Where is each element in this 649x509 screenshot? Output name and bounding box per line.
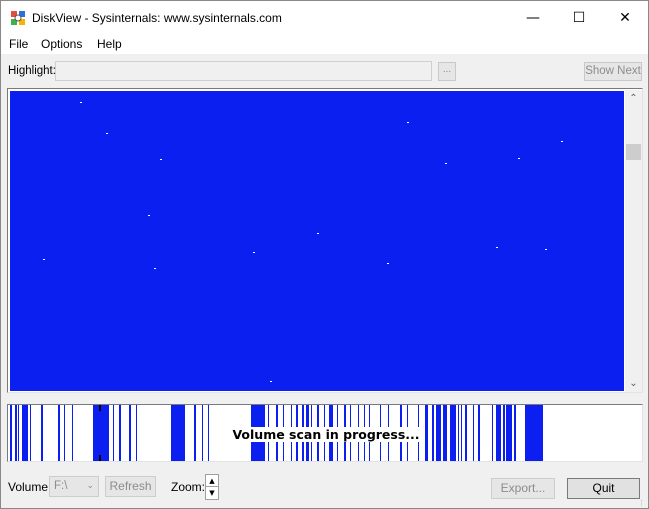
- cluster-speck: [545, 249, 547, 250]
- resize-grip-icon[interactable]: ⋮⋮: [638, 499, 649, 508]
- cluster-speck: [253, 252, 255, 253]
- vertical-scrollbar[interactable]: ⌃ ⌄: [625, 90, 642, 392]
- scroll-down-icon[interactable]: ⌄: [625, 375, 642, 392]
- cluster-speck: [407, 122, 409, 123]
- menu-options[interactable]: Options: [40, 37, 83, 51]
- highlight-label: Highlight:: [8, 65, 56, 77]
- cluster-speck: [43, 259, 45, 260]
- show-next-button[interactable]: Show Next: [584, 62, 642, 81]
- cluster-speck: [317, 233, 319, 234]
- scroll-thumb[interactable]: [626, 144, 641, 160]
- cluster-speck: [148, 215, 150, 216]
- scroll-up-icon[interactable]: ⌃: [625, 90, 642, 107]
- volume-value: F:\: [54, 480, 68, 492]
- cluster-speck: [154, 268, 156, 269]
- browse-button[interactable]: ...: [438, 62, 456, 81]
- cluster-speck: [106, 133, 108, 134]
- window-title: DiskView - Sysinternals: www.sysinternal…: [32, 11, 282, 25]
- zoom-down-icon[interactable]: ▼: [206, 487, 218, 499]
- menu-help[interactable]: Help: [96, 37, 123, 51]
- cluster-speck: [518, 158, 520, 159]
- zoom-label: Zoom:: [171, 480, 206, 494]
- menu-bar: File Options Help: [1, 35, 648, 54]
- zoom-up-icon[interactable]: ▲: [206, 475, 218, 487]
- export-button[interactable]: Export...: [491, 478, 555, 499]
- menu-file[interactable]: File: [8, 37, 29, 51]
- diskview-window: DiskView - Sysinternals: www.sysinternal…: [0, 0, 649, 509]
- minimize-button[interactable]: —: [510, 1, 556, 35]
- position-marker-top: [99, 405, 101, 411]
- cluster-speck: [561, 141, 563, 142]
- volume-overview-strip[interactable]: Volume scan in progress...: [7, 404, 643, 462]
- title-bar[interactable]: DiskView - Sysinternals: www.sysinternal…: [1, 1, 648, 35]
- cluster-speck: [445, 163, 447, 164]
- cluster-map[interactable]: [10, 91, 624, 391]
- volume-label: Volume:: [8, 480, 52, 494]
- refresh-button[interactable]: Refresh: [105, 476, 156, 497]
- maximize-button[interactable]: ☐: [556, 1, 602, 35]
- cluster-speck: [270, 381, 272, 382]
- highlight-input[interactable]: [55, 61, 432, 81]
- cluster-speck: [80, 102, 82, 103]
- quit-button[interactable]: Quit: [567, 478, 640, 499]
- close-button[interactable]: ✕: [602, 1, 648, 35]
- scan-status-label: Volume scan in progress...: [230, 427, 422, 442]
- cluster-map-panel: ⌃ ⌄: [7, 88, 643, 393]
- zoom-spinner[interactable]: ▲ ▼: [205, 474, 219, 500]
- volume-select[interactable]: F:\ ⌄: [49, 476, 99, 497]
- cluster-speck: [496, 247, 498, 248]
- cluster-speck: [160, 159, 162, 160]
- position-marker-bottom: [99, 455, 101, 461]
- chevron-down-icon: ⌄: [86, 481, 94, 491]
- cluster-speck: [387, 263, 389, 264]
- diskview-app-icon: [11, 11, 25, 25]
- scan-status-text: Volume scan in progress...: [8, 427, 642, 442]
